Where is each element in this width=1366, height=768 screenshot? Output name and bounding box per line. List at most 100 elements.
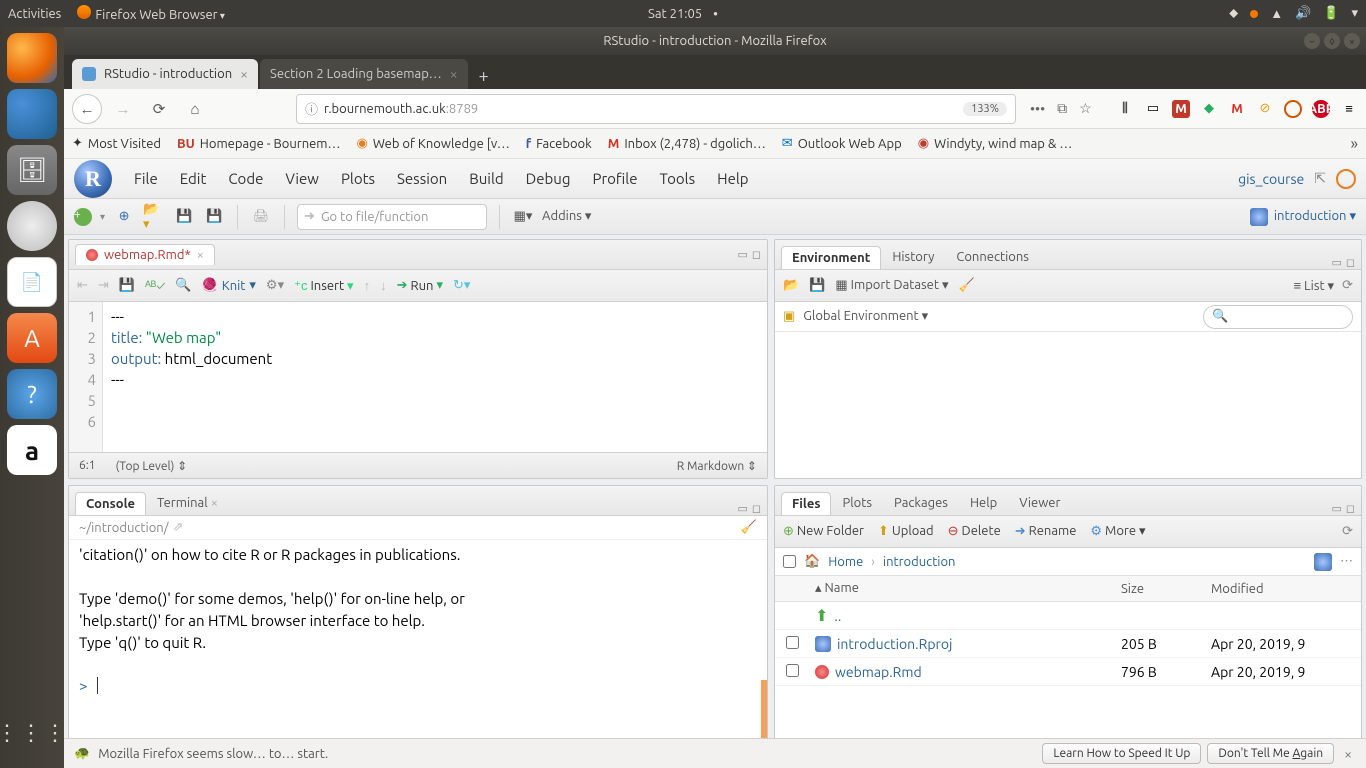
- pane-maximize-icon[interactable]: ◻: [752, 248, 761, 261]
- menu-help[interactable]: Help: [717, 170, 748, 187]
- menu-view[interactable]: View: [285, 170, 319, 187]
- pane-minimize-icon[interactable]: ▭: [737, 502, 747, 515]
- battery-icon[interactable]: 🔋: [1323, 6, 1339, 21]
- quit-session-icon[interactable]: [1336, 169, 1356, 189]
- dont-tell-me-again-button[interactable]: Don't Tell Me Again: [1207, 743, 1334, 764]
- load-workspace-icon[interactable]: 📂: [783, 278, 799, 293]
- tab-section2[interactable]: Section 2 Loading basemap… ×: [260, 59, 468, 89]
- tab-environment[interactable]: Environment: [781, 246, 881, 269]
- env-scope-selector[interactable]: Global Environment ▾: [803, 309, 928, 324]
- tab-packages[interactable]: Packages: [883, 491, 959, 515]
- learn-more-button[interactable]: Learn How to Speed It Up: [1042, 743, 1201, 764]
- tab-terminal[interactable]: Terminal ×: [146, 491, 229, 515]
- open-folder-icon[interactable]: 📂▾: [143, 206, 165, 228]
- bookmark-inbox[interactable]: MInbox (2,478) - dgolich…: [608, 137, 766, 151]
- new-rscript-icon[interactable]: ⊕: [113, 206, 135, 228]
- launcher-writer[interactable]: 📄: [7, 257, 57, 307]
- volume-icon[interactable]: 🔊: [1295, 6, 1311, 21]
- new-tab-button[interactable]: +: [470, 63, 498, 89]
- file-row-up[interactable]: ⬆..: [775, 602, 1361, 630]
- grid-icon[interactable]: ▦▾: [512, 206, 534, 228]
- import-dataset-button[interactable]: ▦ Import Dataset ▾: [835, 278, 948, 293]
- refresh-env-icon[interactable]: ⟳: [1342, 278, 1353, 293]
- launcher-help[interactable]: ?: [7, 369, 57, 419]
- menu-debug[interactable]: Debug: [526, 170, 571, 187]
- project-name[interactable]: gis_course: [1238, 171, 1304, 187]
- file-row[interactable]: webmap.Rmd 796 B Apr 20, 2019, 9: [775, 658, 1361, 686]
- gmail-icon[interactable]: M: [1228, 100, 1246, 118]
- active-doc-menu[interactable]: introduction ▾: [1274, 209, 1356, 224]
- clear-workspace-icon[interactable]: 🧹: [958, 278, 974, 293]
- notification-close-icon[interactable]: ×: [1340, 746, 1356, 762]
- wifi-icon[interactable]: ▲: [1270, 6, 1283, 21]
- delete-button[interactable]: ⊖ Delete: [948, 524, 1001, 539]
- home-button[interactable]: ⌂: [180, 94, 210, 124]
- spellcheck-icon[interactable]: ᴬᴮ✓: [145, 278, 165, 293]
- adblock-icon[interactable]: ABP: [1312, 100, 1330, 118]
- menu-profile[interactable]: Profile: [593, 170, 638, 187]
- reader-icon[interactable]: ▭: [1144, 100, 1162, 118]
- zoom-badge[interactable]: 133%: [963, 102, 1007, 116]
- activities-button[interactable]: Activities: [8, 7, 61, 21]
- console-nav-icon[interactable]: ⇗: [173, 520, 184, 535]
- system-menu-arrow-icon[interactable]: ▾: [1351, 6, 1358, 21]
- back-button[interactable]: ←: [72, 94, 102, 124]
- knit-button[interactable]: 🧶 Knit ▾: [202, 278, 256, 293]
- mendeley-icon[interactable]: M: [1172, 100, 1190, 118]
- hamburger-menu-icon[interactable]: ≡: [1340, 100, 1358, 118]
- project-switch-icon[interactable]: ⇱: [1314, 170, 1326, 187]
- notification-dot-icon[interactable]: [1250, 10, 1258, 18]
- tab-files[interactable]: Files: [781, 492, 831, 515]
- url-bar[interactable]: ⓘ r.bournemouth.ac.uk:8789 133%: [296, 94, 1016, 124]
- insert-chunk-button[interactable]: ⁺ᴄ Insert ▾: [294, 278, 353, 294]
- pane-minimize-icon[interactable]: ▭: [1331, 502, 1341, 515]
- bookmark-wok[interactable]: ◉Web of Knowledge [v…: [356, 136, 509, 151]
- addins-menu[interactable]: Addins ▾: [542, 209, 591, 224]
- forward-nav-icon[interactable]: ⇥: [98, 278, 109, 293]
- save-all-icon[interactable]: 💾: [203, 206, 225, 228]
- refresh-files-icon[interactable]: ⟳: [1342, 524, 1353, 539]
- breadcrumb-home[interactable]: Home: [828, 555, 863, 569]
- page-actions-icon[interactable]: •••: [1030, 101, 1045, 117]
- window-minimize-button[interactable]: –: [1304, 33, 1320, 49]
- menu-file[interactable]: File: [134, 170, 158, 187]
- save-workspace-icon[interactable]: 💾: [809, 278, 825, 293]
- pane-minimize-icon[interactable]: ▭: [1331, 256, 1341, 269]
- tab-connections[interactable]: Connections: [945, 245, 1040, 269]
- tab-close-icon[interactable]: ×: [450, 66, 458, 82]
- pane-maximize-icon[interactable]: ◻: [1346, 256, 1355, 269]
- env-search-input[interactable]: 🔍: [1203, 305, 1353, 329]
- launcher-firefox[interactable]: [7, 33, 57, 83]
- pane-maximize-icon[interactable]: ◻: [1346, 502, 1355, 515]
- new-file-icon[interactable]: +: [74, 208, 92, 226]
- extension-green-icon[interactable]: ◆: [1200, 100, 1218, 118]
- file-row[interactable]: introduction.Rproj 205 B Apr 20, 2019, 9: [775, 630, 1361, 658]
- back-nav-icon[interactable]: ⇤: [77, 278, 88, 293]
- window-maximize-button[interactable]: ◊: [1324, 33, 1340, 49]
- launcher-software[interactable]: A: [7, 313, 57, 363]
- nav-up-icon[interactable]: ↑: [364, 278, 371, 293]
- extension-orange-icon[interactable]: ⊘: [1256, 100, 1274, 118]
- pane-maximize-icon[interactable]: ◻: [752, 502, 761, 515]
- extension-block-icon[interactable]: [1284, 100, 1302, 118]
- run-button[interactable]: ➔ Run ▾: [397, 278, 443, 293]
- file-checkbox[interactable]: [786, 636, 799, 649]
- console-output[interactable]: 'citation()' on how to cite R or R packa…: [69, 540, 767, 763]
- pocket-icon[interactable]: ⧉: [1057, 100, 1067, 117]
- save-doc-icon[interactable]: 💾: [119, 278, 135, 293]
- tab-close-icon[interactable]: ×: [240, 66, 248, 82]
- source-tab[interactable]: webmap.Rmd* ×: [75, 244, 215, 265]
- tab-viewer[interactable]: Viewer: [1008, 491, 1071, 515]
- pane-minimize-icon[interactable]: ▭: [737, 248, 747, 261]
- upload-button[interactable]: ⬆ Upload: [878, 524, 934, 539]
- window-close-button[interactable]: ×: [1344, 33, 1360, 49]
- launcher-amazon[interactable]: a: [7, 425, 57, 475]
- app-menu[interactable]: Firefox Web Browser: [77, 5, 225, 22]
- save-icon[interactable]: 💾: [173, 206, 195, 228]
- bookmark-star-icon[interactable]: ☆: [1079, 100, 1092, 117]
- gear-icon[interactable]: ⚙▾: [266, 278, 284, 293]
- goto-file-input[interactable]: ➜Go to file/function: [297, 204, 487, 230]
- bookmarks-overflow-icon[interactable]: »: [1350, 135, 1358, 153]
- bookmark-most-visited[interactable]: ✦Most Visited: [72, 136, 161, 151]
- menu-tools[interactable]: Tools: [660, 170, 696, 187]
